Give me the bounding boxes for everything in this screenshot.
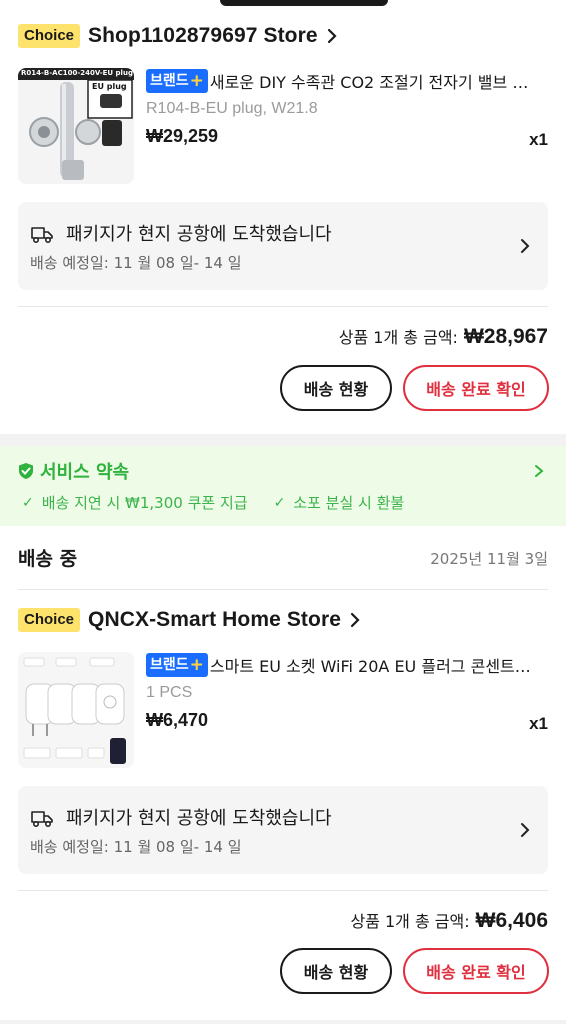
product-title[interactable]: 스마트 EU 소켓 WiFi 20A EU 플러그 콘센트… bbox=[210, 653, 548, 677]
product-item[interactable]: R014-B-AC100-240V-EU plug EU plug 브랜드 + 새… bbox=[18, 68, 548, 186]
smart-plug-image bbox=[18, 652, 134, 768]
service-promise-banner[interactable]: 서비스 약속 ✓ 배송 지연 시 ₩1,300 쿠폰 지급 ✓ 소포 분실 시 환불 bbox=[0, 446, 566, 526]
status-bar-handle bbox=[220, 0, 388, 6]
store-name[interactable]: QNCX-Smart Home Store bbox=[88, 608, 341, 632]
total-label: 상품 1개 총 금액: bbox=[338, 328, 458, 347]
service-item: ✓ 배송 지연 시 ₩1,300 쿠폰 지급 bbox=[22, 494, 248, 512]
track-shipment-button[interactable]: 배송 현황 bbox=[280, 948, 392, 994]
product-quantity: x1 bbox=[529, 714, 548, 733]
choice-badge: Choice bbox=[18, 608, 81, 632]
divider bbox=[18, 589, 548, 590]
shield-check-icon bbox=[19, 463, 33, 479]
order-total: 상품 1개 총 금액: ₩28,967 bbox=[339, 324, 548, 349]
chevron-right-icon bbox=[535, 465, 544, 477]
service-item: ✓ 소포 분실 시 환불 bbox=[273, 494, 405, 512]
product-price: ₩6,470 bbox=[146, 710, 209, 730]
store-name[interactable]: Shop1102879697 Store bbox=[88, 24, 318, 48]
order-card-1: Choice Shop1102879697 Store R014-B-AC100… bbox=[0, 0, 566, 434]
product-quantity: x1 bbox=[529, 130, 548, 149]
truck-icon bbox=[31, 811, 53, 828]
product-price: ₩29,259 bbox=[146, 126, 219, 146]
product-thumbnail[interactable] bbox=[18, 652, 134, 768]
service-title: 서비스 약속 bbox=[40, 462, 130, 483]
order-total: 상품 1개 총 금액: ₩6,406 bbox=[350, 908, 548, 933]
check-icon: ✓ bbox=[22, 494, 34, 511]
order-card-2: Choice QNCX-Smart Home Store 브랜드 + 스마트 E… bbox=[0, 526, 566, 1020]
truck-icon bbox=[31, 227, 53, 244]
shipping-status-box[interactable]: 패키지가 현지 공항에 도착했습니다 배송 예정일: 11 월 08 일- 14… bbox=[18, 202, 548, 290]
product-variant: R104-B-EU plug, W21.8 bbox=[146, 100, 318, 117]
shipping-eta: 배송 예정일: 11 월 08 일- 14 일 bbox=[30, 838, 242, 856]
product-item[interactable]: 브랜드 + 스마트 EU 소켓 WiFi 20A EU 플러그 콘센트… 1 PC… bbox=[18, 652, 548, 770]
chevron-right-icon bbox=[521, 239, 530, 253]
shipping-status-box[interactable]: 패키지가 현지 공항에 도착했습니다 배송 예정일: 11 월 08 일- 14… bbox=[18, 786, 548, 874]
thumb-label: R014-B-AC100-240V-EU plug bbox=[21, 69, 133, 77]
shipping-section-status: 배송 중 bbox=[18, 548, 78, 570]
total-amount: ₩28,967 bbox=[463, 325, 548, 348]
shipping-status-text: 패키지가 현지 공항에 도착했습니다 bbox=[66, 808, 332, 829]
store-row[interactable]: Choice QNCX-Smart Home Store bbox=[18, 608, 361, 632]
brand-plus-badge: 브랜드 + bbox=[146, 653, 208, 677]
store-row[interactable]: Choice Shop1102879697 Store bbox=[18, 24, 338, 48]
brand-plus-badge: 브랜드 + bbox=[146, 69, 208, 93]
confirm-delivery-button[interactable]: 배송 완료 확인 bbox=[403, 948, 549, 994]
check-icon: ✓ bbox=[273, 494, 286, 511]
confirm-delivery-button[interactable]: 배송 완료 확인 bbox=[403, 365, 549, 411]
track-shipment-button[interactable]: 배송 현황 bbox=[280, 365, 392, 411]
choice-badge: Choice bbox=[18, 24, 81, 48]
chevron-right-icon bbox=[521, 823, 530, 837]
chevron-right-icon bbox=[350, 612, 360, 628]
shipping-eta: 배송 예정일: 11 월 08 일- 14 일 bbox=[30, 254, 242, 272]
product-thumbnail[interactable]: R014-B-AC100-240V-EU plug EU plug bbox=[18, 68, 134, 184]
product-variant: 1 PCS bbox=[146, 684, 193, 701]
product-title[interactable]: 새로운 DIY 수족관 CO2 조절기 전자기 밸브 … bbox=[210, 69, 548, 93]
divider bbox=[18, 890, 548, 891]
chevron-right-icon bbox=[327, 28, 337, 44]
divider bbox=[18, 306, 548, 307]
shipping-status-text: 패키지가 현지 공항에 도착했습니다 bbox=[66, 224, 332, 245]
shipping-section-date: 2025년 11월 3일 bbox=[430, 550, 548, 568]
total-label: 상품 1개 총 금액: bbox=[350, 912, 470, 931]
total-amount: ₩6,406 bbox=[475, 909, 548, 932]
thumb-plug-label: EU plug bbox=[92, 82, 127, 91]
